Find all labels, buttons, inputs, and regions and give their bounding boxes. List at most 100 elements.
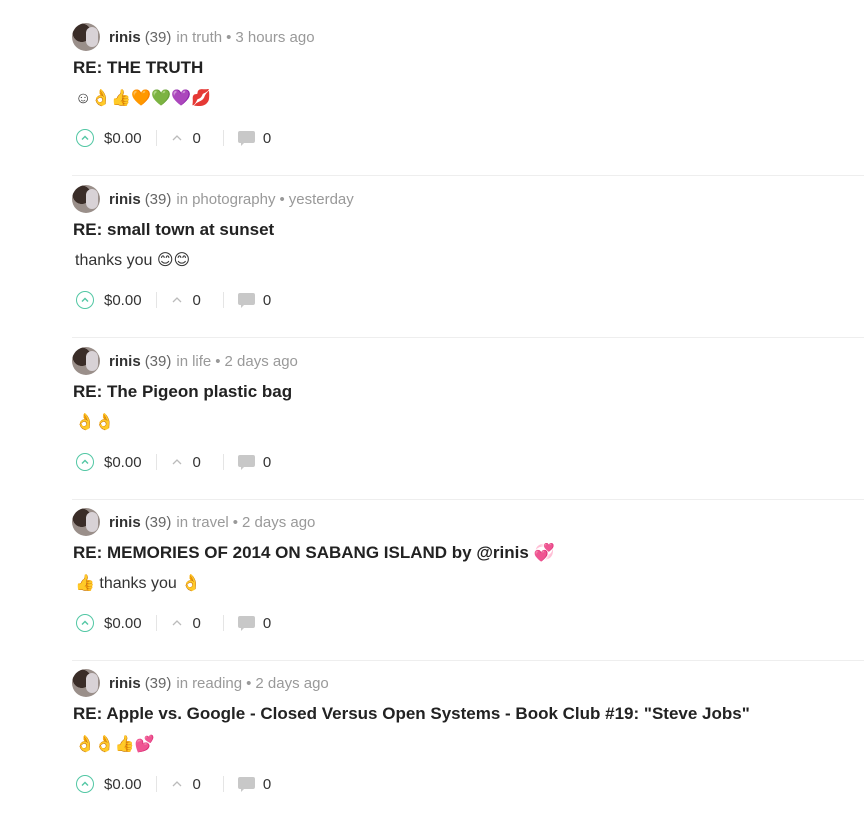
upvote-circle-icon[interactable] bbox=[76, 453, 94, 471]
divider bbox=[222, 776, 224, 792]
comment-bubble-icon[interactable] bbox=[237, 455, 255, 470]
divider bbox=[222, 615, 224, 631]
author-reputation: (39) bbox=[144, 190, 172, 208]
comment-count[interactable]: 0 bbox=[263, 292, 271, 309]
comment-item: rinis (39) in truth • 3 hours ago RE: TH… bbox=[72, 14, 864, 176]
comment-item: rinis (39) in travel • 2 days ago RE: ME… bbox=[72, 499, 864, 661]
comment-meta: rinis (39) in travel • 2 days ago bbox=[72, 508, 315, 536]
comment-bubble-icon[interactable] bbox=[237, 293, 255, 308]
meta-separator: • bbox=[215, 352, 221, 370]
chevron-up-icon[interactable] bbox=[171, 456, 183, 468]
post-title[interactable]: RE: The Pigeon plastic bag bbox=[73, 382, 292, 402]
timestamp[interactable]: 3 hours ago bbox=[235, 29, 314, 46]
meta-separator: • bbox=[232, 513, 239, 531]
category-link[interactable]: photography bbox=[192, 191, 275, 208]
upvote-circle-icon[interactable] bbox=[76, 614, 94, 632]
category-preposition: in bbox=[176, 352, 189, 370]
divider bbox=[155, 454, 157, 470]
chevron-up-icon[interactable] bbox=[171, 294, 183, 306]
author-reputation: (39) bbox=[144, 513, 172, 531]
meta-separator: • bbox=[246, 674, 252, 692]
timestamp[interactable]: yesterday bbox=[289, 191, 354, 208]
upvote-circle-icon[interactable] bbox=[76, 129, 94, 147]
comment-item: rinis (39) in photography • yesterday RE… bbox=[72, 176, 864, 338]
avatar[interactable] bbox=[72, 185, 100, 213]
category-preposition: in bbox=[176, 674, 189, 692]
avatar[interactable] bbox=[72, 508, 100, 536]
upvote-circle-icon[interactable] bbox=[76, 775, 94, 793]
upvote-circle-icon[interactable] bbox=[76, 291, 94, 309]
category-link[interactable]: travel bbox=[192, 514, 229, 531]
author-reputation: (39) bbox=[144, 352, 172, 370]
author-name[interactable]: rinis bbox=[109, 29, 141, 46]
timestamp[interactable]: 2 days ago bbox=[225, 353, 298, 370]
meta-separator: • bbox=[279, 190, 285, 208]
payout-value[interactable]: $0.00 bbox=[104, 615, 142, 632]
payout-value[interactable]: $0.00 bbox=[104, 130, 142, 147]
comment-bubble-icon[interactable] bbox=[237, 131, 255, 146]
category-preposition: in bbox=[176, 513, 189, 531]
comment-footer: $0.00 0 0 bbox=[76, 610, 271, 636]
comment-footer: $0.00 0 0 bbox=[76, 287, 271, 313]
avatar[interactable] bbox=[72, 23, 100, 51]
vote-count[interactable]: 0 bbox=[193, 130, 201, 147]
author-name[interactable]: rinis bbox=[109, 675, 141, 692]
post-title[interactable]: RE: small town at sunset bbox=[73, 220, 274, 240]
post-title[interactable]: RE: MEMORIES OF 2014 ON SABANG ISLAND by… bbox=[73, 543, 555, 563]
author-name[interactable]: rinis bbox=[109, 514, 141, 531]
vote-count[interactable]: 0 bbox=[193, 454, 201, 471]
author-reputation: (39) bbox=[144, 28, 172, 46]
payout-value[interactable]: $0.00 bbox=[104, 292, 142, 309]
comment-count[interactable]: 0 bbox=[263, 130, 271, 147]
comment-item: rinis (39) in reading • 2 days ago RE: A… bbox=[72, 660, 864, 821]
divider bbox=[155, 292, 157, 308]
meta-separator: • bbox=[226, 28, 232, 46]
chevron-up-icon[interactable] bbox=[171, 617, 183, 629]
comment-body: thanks you 😊😊 bbox=[75, 252, 191, 269]
comment-meta: rinis (39) in life • 2 days ago bbox=[72, 347, 298, 375]
comment-meta: rinis (39) in photography • yesterday bbox=[72, 185, 354, 213]
author-reputation: (39) bbox=[144, 674, 172, 692]
comment-bubble-icon[interactable] bbox=[237, 616, 255, 631]
payout-value[interactable]: $0.00 bbox=[104, 454, 142, 471]
comment-footer: $0.00 0 0 bbox=[76, 125, 271, 151]
vote-count[interactable]: 0 bbox=[193, 615, 201, 632]
divider bbox=[222, 130, 224, 146]
comment-meta: rinis (39) in truth • 3 hours ago bbox=[72, 23, 315, 51]
comment-count[interactable]: 0 bbox=[263, 615, 271, 632]
comment-body: 👍 thanks you 👌 bbox=[75, 575, 202, 592]
category-preposition: in bbox=[176, 28, 189, 46]
timestamp[interactable]: 2 days ago bbox=[242, 514, 315, 531]
comment-body: 👌👌👍💕 bbox=[75, 736, 155, 753]
category-link[interactable]: life bbox=[192, 353, 211, 370]
divider bbox=[155, 130, 157, 146]
vote-count[interactable]: 0 bbox=[193, 776, 201, 793]
comment-count[interactable]: 0 bbox=[263, 454, 271, 471]
comment-footer: $0.00 0 0 bbox=[76, 771, 271, 797]
category-link[interactable]: truth bbox=[192, 29, 222, 46]
payout-value[interactable]: $0.00 bbox=[104, 776, 142, 793]
divider bbox=[155, 615, 157, 631]
category-link[interactable]: reading bbox=[192, 675, 242, 692]
post-title[interactable]: RE: THE TRUTH bbox=[73, 58, 203, 78]
author-name[interactable]: rinis bbox=[109, 353, 141, 370]
divider bbox=[222, 292, 224, 308]
divider bbox=[222, 454, 224, 470]
comment-body: 👌👌 bbox=[75, 414, 115, 431]
comment-bubble-icon[interactable] bbox=[237, 777, 255, 792]
comment-body: ☺👌👍🧡💚💜💋 bbox=[75, 90, 211, 107]
comment-item: rinis (39) in life • 2 days ago RE: The … bbox=[72, 338, 864, 500]
comment-count[interactable]: 0 bbox=[263, 776, 271, 793]
comment-footer: $0.00 0 0 bbox=[76, 449, 271, 475]
avatar[interactable] bbox=[72, 669, 100, 697]
vote-count[interactable]: 0 bbox=[193, 292, 201, 309]
divider bbox=[155, 776, 157, 792]
timestamp[interactable]: 2 days ago bbox=[255, 675, 328, 692]
chevron-up-icon[interactable] bbox=[171, 778, 183, 790]
post-title[interactable]: RE: Apple vs. Google - Closed Versus Ope… bbox=[73, 704, 750, 724]
category-preposition: in bbox=[176, 190, 189, 208]
avatar[interactable] bbox=[72, 347, 100, 375]
author-name[interactable]: rinis bbox=[109, 191, 141, 208]
chevron-up-icon[interactable] bbox=[171, 132, 183, 144]
comment-meta: rinis (39) in reading • 2 days ago bbox=[72, 669, 329, 697]
